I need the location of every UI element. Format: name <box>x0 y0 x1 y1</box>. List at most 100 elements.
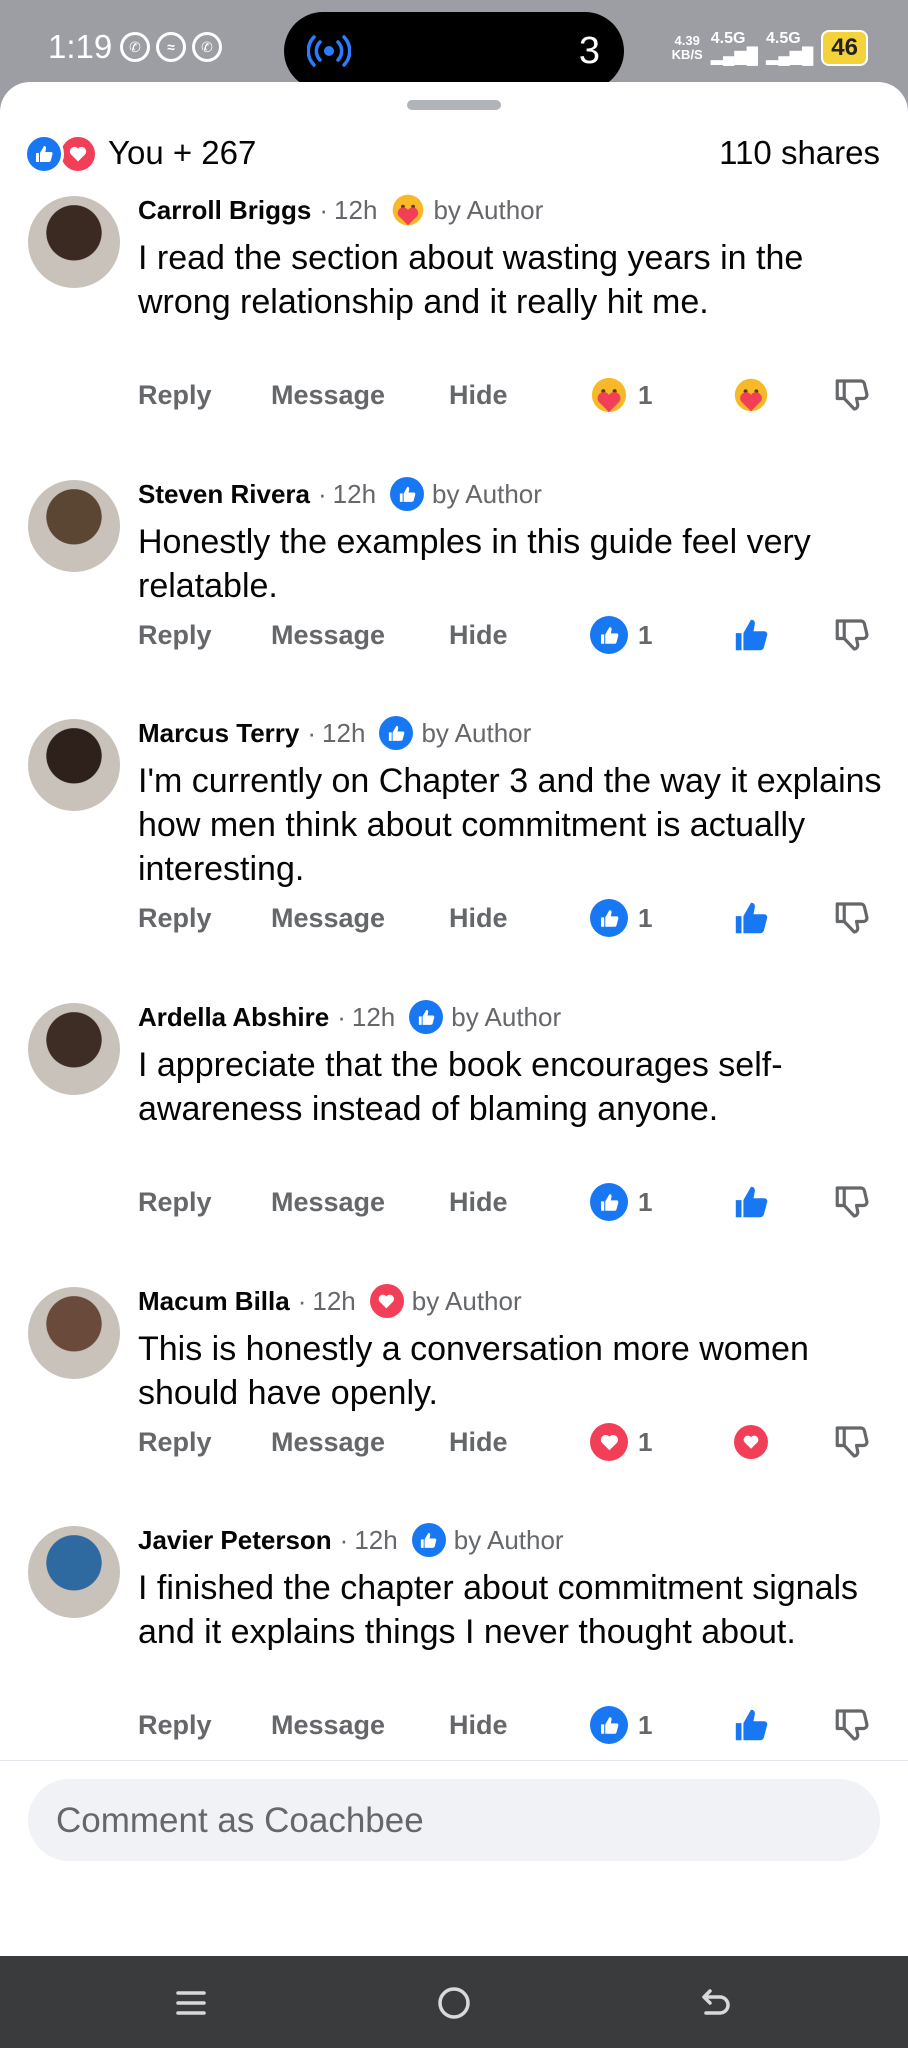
love-reaction-button[interactable] <box>730 1421 772 1463</box>
reactions-summary: You + 267 110 shares <box>24 130 880 174</box>
avatar[interactable] <box>28 1287 120 1379</box>
comment-body: Ardella Abshire · 12h by Author I appreciate… <box>138 997 884 1131</box>
comment-item: Marcus Terry · 12h by Author I'm currently o… <box>0 713 908 955</box>
hide-button[interactable]: Hide <box>449 1187 508 1218</box>
comment-time[interactable]: 12h <box>354 1525 397 1556</box>
reaction-icons[interactable] <box>24 134 100 174</box>
comment-author[interactable]: Steven Rivera <box>138 479 310 510</box>
hide-button[interactable]: Hide <box>449 1710 508 1741</box>
reaction-count[interactable]: 1 <box>590 899 652 937</box>
comment-time[interactable]: 12h <box>333 479 376 510</box>
like-reaction-button[interactable] <box>730 897 772 939</box>
reactions-count[interactable]: You + 267 <box>108 134 256 172</box>
author-reaction-badge <box>391 193 425 227</box>
message-button[interactable]: Message <box>271 1427 385 1458</box>
reaction-count[interactable]: 1 <box>590 1706 652 1744</box>
avatar[interactable] <box>28 196 120 288</box>
avatar[interactable] <box>28 480 120 572</box>
message-button[interactable]: Message <box>271 1187 385 1218</box>
thumbs-down-icon[interactable] <box>832 897 874 939</box>
comment-header: Ardella Abshire · 12h by Author <box>138 997 884 1037</box>
reaction-count-number: 1 <box>638 1709 653 1740</box>
messenger-icon: ≈ <box>156 32 186 62</box>
recent-apps-icon[interactable] <box>166 1978 216 2028</box>
message-button[interactable]: Message <box>271 1710 385 1741</box>
status-time: 1:19 <box>48 28 113 65</box>
reply-button[interactable]: Reply <box>138 380 212 411</box>
thumbs-down-icon[interactable] <box>832 614 874 656</box>
author-reaction-badge <box>390 477 425 511</box>
reaction-count[interactable]: 1 <box>590 376 652 414</box>
comment-author[interactable]: Carroll Briggs <box>138 195 311 226</box>
message-button[interactable]: Message <box>271 903 385 934</box>
thumbs-down-icon[interactable] <box>832 1421 874 1463</box>
comment-item: Ardella Abshire · 12h by Author I appreciate… <box>0 997 908 1239</box>
comment-time[interactable]: 12h <box>334 195 377 226</box>
comment-time[interactable]: 12h <box>312 1286 355 1317</box>
like-reaction-button[interactable] <box>730 1181 772 1223</box>
avatar[interactable] <box>28 1526 120 1618</box>
thumbs-down-icon[interactable] <box>832 1704 874 1746</box>
hide-button[interactable]: Hide <box>449 903 508 934</box>
status-indicators: 4.39 KB/S 4.5G ▂▄▆█ 4.5G ▂▄▆█ 46 <box>672 30 868 66</box>
comment-time-prefix: · <box>317 478 327 509</box>
signal-2-label: 4.5G ▂▄▆█ <box>766 30 813 66</box>
back-icon[interactable] <box>691 1978 741 2028</box>
like-reaction-button[interactable] <box>730 1704 772 1746</box>
comment-composer-bar: Comment as Coachbee <box>0 1760 908 1956</box>
thumbs-down-icon[interactable] <box>832 1181 874 1223</box>
comment-author[interactable]: Marcus Terry <box>138 718 299 749</box>
love-icon <box>369 1284 404 1318</box>
like-reaction-button[interactable] <box>730 614 772 656</box>
thumbs-down-icon[interactable] <box>832 374 874 416</box>
comment-header: Macum Billa · 12h by Author <box>138 1281 884 1321</box>
comment-text: I read the section about wasting years i… <box>138 239 804 321</box>
comment-time[interactable]: 12h <box>322 718 365 749</box>
like-icon <box>590 899 628 937</box>
hide-button[interactable]: Hide <box>449 620 508 651</box>
comment-item: Steven Rivera · 12h by Author Honestly the e… <box>0 474 908 672</box>
reply-button[interactable]: Reply <box>138 1427 212 1458</box>
hide-button[interactable]: Hide <box>449 1427 508 1458</box>
dynamic-island[interactable]: 3 <box>284 12 624 90</box>
comments-sheet: You + 267 110 shares Carroll Briggs · 12h b… <box>0 82 908 1956</box>
shares-count[interactable]: 110 shares <box>719 134 880 172</box>
reply-button[interactable]: Reply <box>138 1710 212 1741</box>
reaction-count[interactable]: 1 <box>590 616 652 654</box>
comment-input[interactable]: Comment as Coachbee <box>28 1779 880 1861</box>
battery-level: 46 <box>821 30 868 66</box>
comment-time[interactable]: 12h <box>352 1002 395 1033</box>
sheet-drag-handle[interactable] <box>407 100 501 110</box>
reply-button[interactable]: Reply <box>138 903 212 934</box>
message-button[interactable]: Message <box>271 620 385 651</box>
reply-button[interactable]: Reply <box>138 1187 212 1218</box>
reply-button[interactable]: Reply <box>138 620 212 651</box>
comment-body: Macum Billa · 12h by Author This is honestly… <box>138 1281 884 1415</box>
comment-author[interactable]: Javier Peterson <box>138 1525 332 1556</box>
author-reaction-badge <box>411 1523 446 1557</box>
by-author-label: by Author <box>411 1285 522 1316</box>
reaction-count[interactable]: 1 <box>590 1183 652 1221</box>
comment-time-prefix: · <box>337 1001 346 1032</box>
care-reaction-button[interactable] <box>730 374 772 416</box>
comment-actions: Reply Message Hide 1 <box>138 1179 884 1229</box>
comment-author[interactable]: Ardella Abshire <box>138 1002 329 1033</box>
reaction-count-number: 1 <box>638 902 653 933</box>
comment-text: Honestly the examples in this guide feel… <box>138 523 811 605</box>
like-icon <box>379 716 414 750</box>
network-speed-value: 4.39 <box>674 33 700 48</box>
system-navigation-bar <box>0 1956 908 2048</box>
hide-button[interactable]: Hide <box>449 380 508 411</box>
like-icon <box>409 1000 444 1034</box>
avatar[interactable] <box>28 719 120 811</box>
avatar[interactable] <box>28 1003 120 1095</box>
comment-header: Javier Peterson · 12h by Author <box>138 1520 884 1560</box>
home-icon[interactable] <box>429 1978 479 2028</box>
message-button[interactable]: Message <box>271 380 385 411</box>
comment-author[interactable]: Macum Billa <box>138 1286 290 1317</box>
author-reaction-badge <box>409 1000 444 1034</box>
signal-bars-icon: ▂▄▆█ <box>710 48 759 65</box>
like-icon <box>390 477 425 511</box>
like-icon <box>24 134 64 174</box>
reaction-count[interactable]: 1 <box>590 1423 652 1461</box>
